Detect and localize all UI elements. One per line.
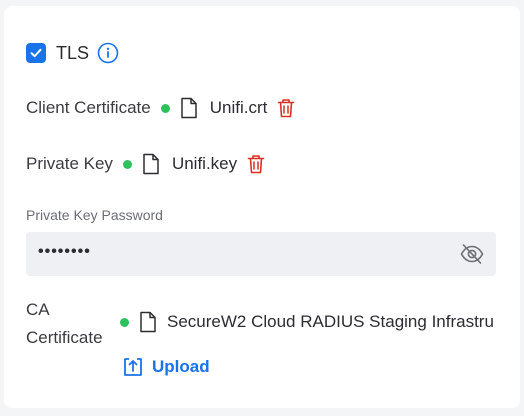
upload-label: Upload: [152, 357, 210, 376]
status-dot: [160, 103, 170, 113]
ca-certificate-file-row: SecureW2 Cloud RADIUS Staging Infrastru: [120, 311, 494, 333]
private-key-label: Private Key: [26, 154, 113, 173]
trash-icon: [278, 99, 295, 118]
delete-client-certificate-button[interactable]: [277, 98, 295, 118]
checkmark-icon: [30, 48, 42, 58]
client-certificate-row: Client Certificate Unifi.crt: [26, 97, 295, 119]
toggle-password-visibility-button[interactable]: [460, 243, 484, 270]
file-icon: [142, 153, 160, 175]
private-key-password-label: Private Key Password: [26, 207, 163, 223]
status-dot: [122, 159, 132, 169]
tls-label: TLS: [56, 42, 90, 63]
status-dot: [120, 317, 129, 327]
info-icon[interactable]: [97, 42, 119, 64]
delete-private-key-button[interactable]: [247, 154, 265, 174]
eye-off-icon: [460, 244, 484, 264]
tls-row: TLS: [26, 42, 119, 64]
ca-certificate-label: CA Certificate: [26, 300, 103, 347]
client-certificate-file: Unifi.crt: [209, 98, 268, 117]
tls-checkbox[interactable]: [26, 43, 46, 63]
client-certificate-label: Client Certificate: [26, 98, 151, 117]
upload-icon: [124, 358, 142, 376]
private-key-password-field[interactable]: ••••••••: [26, 232, 496, 276]
trash-icon: [247, 155, 265, 174]
upload-ca-certificate-button[interactable]: Upload: [122, 356, 210, 378]
private-key-password-value: ••••••••: [38, 243, 91, 260]
private-key-file: Unifi.key: [171, 154, 238, 173]
ca-certificate-file: SecureW2 Cloud RADIUS Staging Infrastru: [167, 312, 494, 331]
file-icon: [180, 97, 198, 119]
tls-settings-panel: TLS Client Certificate Unifi.crt Private…: [4, 6, 520, 408]
file-icon: [139, 311, 157, 333]
private-key-row: Private Key Unifi.key: [26, 153, 265, 175]
